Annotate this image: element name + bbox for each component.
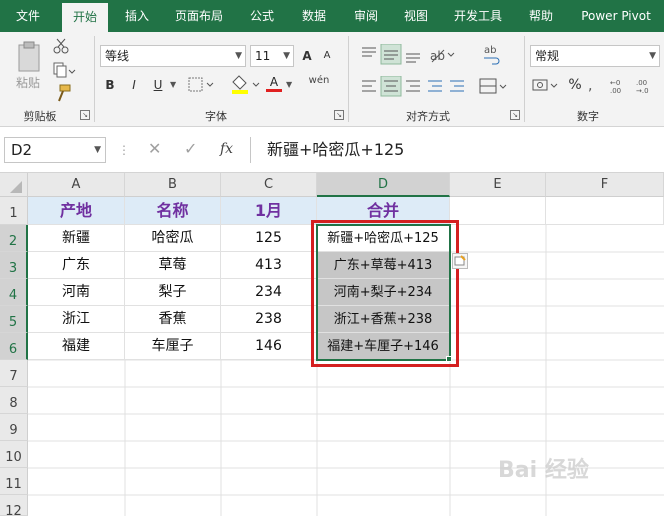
column-header-c[interactable]: C bbox=[221, 173, 317, 197]
paste-button[interactable]: 粘贴 bbox=[10, 72, 46, 94]
highlight-box bbox=[311, 220, 459, 367]
tab-insert[interactable]: 插入 bbox=[114, 0, 160, 32]
font-group-label: 字体 bbox=[205, 110, 227, 123]
row-header-7[interactable]: 7 bbox=[0, 360, 28, 387]
wrap-text-icon[interactable]: ab bbox=[480, 42, 504, 68]
svg-text:ab: ab bbox=[484, 45, 496, 56]
cancel-icon[interactable]: ✕ bbox=[148, 139, 161, 158]
ribbon-home: 粘贴 剪贴板 ↘ 等线 ▼ 11 ▼ A A B I U ▼ A ▼ wén 字体 … bbox=[0, 32, 664, 127]
row-header-1[interactable]: 1 bbox=[0, 197, 28, 225]
row-header-4[interactable]: 4 bbox=[0, 279, 28, 306]
font-size-select[interactable]: 11 ▼ bbox=[250, 45, 294, 67]
chevron-down-icon: ▼ bbox=[649, 51, 656, 61]
tab-view[interactable]: 视图 bbox=[394, 0, 438, 32]
name-box-value: D2 bbox=[11, 141, 33, 159]
clipboard-launcher-icon[interactable]: ↘ bbox=[80, 110, 90, 120]
svg-text:.00: .00 bbox=[610, 87, 621, 95]
grow-font-button[interactable]: A bbox=[298, 45, 316, 67]
tab-help[interactable]: 帮助 bbox=[518, 0, 564, 32]
tab-power-pivot[interactable]: Power Pivot bbox=[572, 0, 660, 32]
formula-input[interactable]: 新疆+哈密瓜+125 bbox=[250, 137, 664, 163]
tab-file[interactable]: 文件 bbox=[0, 0, 56, 32]
more-icon: ⋮ bbox=[118, 143, 130, 157]
font-family-select[interactable]: 等线 ▼ bbox=[100, 45, 246, 67]
number-format-value: 常规 bbox=[535, 49, 560, 63]
column-header-e[interactable]: E bbox=[450, 173, 546, 197]
enter-icon[interactable]: ✓ bbox=[184, 139, 197, 158]
alignment-launcher-icon[interactable]: ↘ bbox=[510, 110, 520, 120]
accounting-format-icon[interactable] bbox=[532, 76, 562, 96]
column-header-b[interactable]: B bbox=[125, 173, 221, 197]
percent-button[interactable]: % bbox=[566, 74, 584, 96]
bold-button[interactable]: B bbox=[100, 74, 120, 96]
font-family-value: 等线 bbox=[105, 49, 130, 63]
row-header-8[interactable]: 8 bbox=[0, 387, 28, 414]
font-color-button[interactable]: A bbox=[266, 72, 282, 92]
shrink-font-button[interactable]: A bbox=[318, 45, 336, 67]
clipboard-group-label: 剪贴板 bbox=[23, 110, 57, 123]
paste-icon[interactable] bbox=[14, 40, 44, 74]
borders-icon[interactable] bbox=[188, 77, 218, 93]
name-box[interactable]: D2 ▼ bbox=[4, 137, 106, 163]
row-header-3[interactable]: 3 bbox=[0, 252, 28, 279]
chevron-down-icon: ▼ bbox=[283, 51, 290, 61]
chevron-down-icon[interactable]: ▼ bbox=[286, 80, 296, 90]
column-header-d[interactable]: D bbox=[317, 173, 450, 197]
horizontal-align-icons[interactable] bbox=[360, 75, 470, 98]
row-header-11[interactable]: 11 bbox=[0, 468, 28, 495]
merge-center-icon[interactable] bbox=[478, 76, 510, 98]
chevron-down-icon: ▼ bbox=[94, 145, 101, 155]
row-header-2[interactable]: 2 bbox=[0, 225, 28, 252]
cut-icon[interactable] bbox=[52, 38, 70, 54]
tab-data[interactable]: 数据 bbox=[292, 0, 336, 32]
column-header-f[interactable]: F bbox=[546, 173, 664, 197]
group-separator bbox=[524, 36, 525, 122]
svg-text:,: , bbox=[588, 78, 592, 94]
copy-icon[interactable] bbox=[52, 62, 76, 78]
svg-text:→.0: →.0 bbox=[636, 87, 649, 95]
phonetic-button[interactable]: wén bbox=[306, 70, 332, 92]
group-separator bbox=[348, 36, 349, 122]
alignment-group-label: 对齐方式 bbox=[406, 110, 450, 123]
row-header-10[interactable]: 10 bbox=[0, 441, 28, 468]
insert-function-button[interactable]: fx bbox=[220, 141, 233, 157]
tab-page-layout[interactable]: 页面布局 bbox=[166, 0, 232, 32]
underline-button[interactable]: U bbox=[148, 74, 168, 96]
row-header-6[interactable]: 6 bbox=[0, 333, 28, 360]
decimal-icons[interactable]: , ←0.00.00 →.0 bbox=[586, 76, 660, 96]
tab-formulas[interactable]: 公式 bbox=[240, 0, 284, 32]
row-header-12[interactable]: 12 bbox=[0, 495, 28, 519]
ribbon-tab-bar: 文件 开始 插入 页面布局 公式 数据 审阅 视图 开发工具 帮助 Power … bbox=[0, 0, 664, 32]
orientation-icon[interactable]: ab bbox=[428, 44, 458, 66]
chevron-down-icon: ▼ bbox=[235, 51, 242, 61]
group-separator bbox=[94, 36, 95, 122]
formula-bar: D2 ▼ ⋮ ✕ ✓ fx 新疆+哈密瓜+125 bbox=[0, 127, 664, 173]
tab-review[interactable]: 审阅 bbox=[344, 0, 388, 32]
column-header-a[interactable]: A bbox=[28, 173, 125, 197]
select-all-corner[interactable] bbox=[0, 173, 28, 197]
font-launcher-icon[interactable]: ↘ bbox=[334, 110, 344, 120]
vertical-align-icons[interactable] bbox=[360, 43, 424, 66]
tab-home[interactable]: 开始 bbox=[62, 3, 108, 32]
chevron-down-icon[interactable]: ▼ bbox=[170, 80, 180, 90]
number-format-select[interactable]: 常规 ▼ bbox=[530, 45, 660, 67]
number-group-label: 数字 bbox=[577, 110, 599, 123]
fill-color-icon[interactable] bbox=[230, 74, 264, 96]
flash-fill-options-icon[interactable] bbox=[452, 253, 468, 269]
watermark: Bai 经验 bbox=[498, 458, 589, 483]
svg-text:.00: .00 bbox=[636, 79, 647, 87]
svg-text:←0: ←0 bbox=[610, 79, 620, 87]
italic-button[interactable]: I bbox=[124, 74, 144, 96]
format-painter-icon[interactable] bbox=[54, 84, 72, 102]
row-header-5[interactable]: 5 bbox=[0, 306, 28, 333]
font-size-value: 11 bbox=[255, 49, 271, 63]
tab-developer[interactable]: 开发工具 bbox=[446, 0, 510, 32]
row-header-9[interactable]: 9 bbox=[0, 414, 28, 441]
